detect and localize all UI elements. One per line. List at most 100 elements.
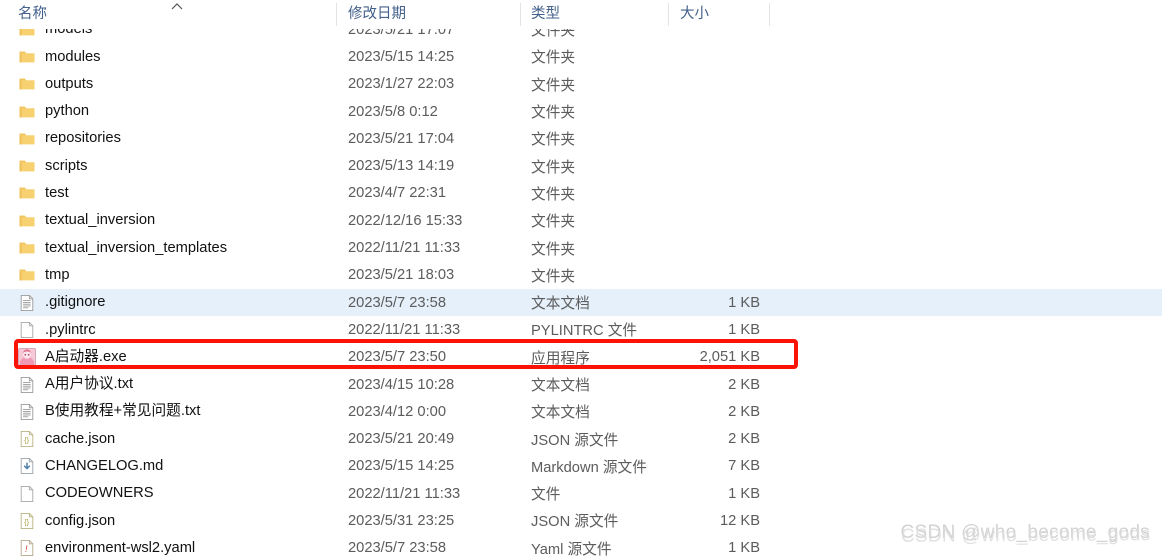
file-date-cell: 2023/5/21 17:04 xyxy=(348,130,455,147)
column-header-date-modified[interactable]: 修改日期 xyxy=(336,0,520,29)
file-name-label: .pylintrc xyxy=(45,321,96,338)
file-row[interactable]: scripts 2023/5/13 14:19 文件夹 xyxy=(0,152,1162,179)
file-name-label: repositories xyxy=(45,130,121,147)
file-size-cell xyxy=(668,262,769,289)
file-size-cell xyxy=(668,234,769,261)
file-name-cell[interactable]: .gitignore xyxy=(0,289,336,316)
column-divider-2[interactable] xyxy=(520,3,521,26)
file-size-cell xyxy=(668,180,769,207)
file-name-cell[interactable]: repositories xyxy=(0,125,336,152)
file-name-label: scripts xyxy=(45,157,88,174)
file-name-cell[interactable]: python xyxy=(0,98,336,125)
folder-icon xyxy=(18,212,36,230)
json-file-icon: {} xyxy=(18,512,36,530)
file-type-cell: PYLINTRC 文件 xyxy=(531,323,638,340)
file-row[interactable]: CODEOWNERS 2022/11/21 11:33 文件 1 KB xyxy=(0,480,1162,507)
file-name-cell[interactable]: {} config.json xyxy=(0,507,336,534)
file-row[interactable]: {} config.json 2023/5/31 23:25 JSON 源文件 12 K… xyxy=(0,507,1162,534)
file-row[interactable]: modules 2023/5/15 14:25 文件夹 xyxy=(0,43,1162,70)
column-header-date-label: 修改日期 xyxy=(348,6,406,23)
text-document-icon xyxy=(18,294,36,312)
file-size-cell: 1 KB xyxy=(728,321,760,338)
file-date-cell: 2023/5/15 14:25 xyxy=(348,48,455,65)
file-row[interactable]: .gitignore 2023/5/7 23:58 文本文档 1 KB xyxy=(0,288,1162,317)
folder-icon xyxy=(18,184,36,202)
file-type-cell: 文本文档 xyxy=(531,405,590,422)
file-size-cell: 1 KB xyxy=(728,294,760,311)
file-list: models 2023/5/21 17:07 文件夹 modules 2023/5/15… xyxy=(0,29,1162,557)
file-row[interactable]: ! environment-wsl2.yaml 2023/5/7 23:58 Yaml… xyxy=(0,535,1162,557)
file-type-cell: 文件夹 xyxy=(531,132,576,149)
blank-file-icon xyxy=(18,321,36,339)
file-row[interactable]: repositories 2023/5/21 17:04 文件夹 xyxy=(0,125,1162,152)
file-type-cell: 文件夹 xyxy=(531,186,576,203)
json-file-icon: {} xyxy=(18,430,36,448)
file-type-cell: 文件夹 xyxy=(531,50,576,67)
file-name-cell[interactable]: modules xyxy=(0,43,336,70)
file-date-cell: 2023/5/7 23:58 xyxy=(348,294,447,311)
file-type-cell: 文本文档 xyxy=(531,296,590,313)
file-row[interactable]: test 2023/4/7 22:31 文件夹 xyxy=(0,180,1162,207)
file-name-cell[interactable]: tmp xyxy=(0,262,336,289)
file-size-cell xyxy=(668,98,769,125)
file-list-viewport[interactable]: models 2023/5/21 17:07 文件夹 modules 2023/5/15… xyxy=(0,29,1162,557)
file-name-cell[interactable]: test xyxy=(0,180,336,207)
file-row[interactable]: CHANGELOG.md 2023/5/15 14:25 Markdown 源文件 7… xyxy=(0,453,1162,480)
file-name-cell[interactable]: models xyxy=(0,29,336,43)
file-name-cell[interactable]: A启动器.exe xyxy=(0,344,336,371)
file-date-cell: 2022/12/16 15:33 xyxy=(348,212,463,229)
file-date-cell: 2023/5/13 14:19 xyxy=(348,158,455,175)
file-date-cell: 2023/4/7 22:31 xyxy=(348,185,447,202)
folder-icon xyxy=(18,239,36,257)
column-divider-3[interactable] xyxy=(668,3,669,26)
column-divider-4[interactable] xyxy=(769,3,770,26)
file-type-cell: JSON 源文件 xyxy=(531,514,619,531)
file-row[interactable]: .pylintrc 2022/11/21 11:33 PYLINTRC 文件 1 KB xyxy=(0,316,1162,343)
file-row[interactable]: outputs 2023/1/27 22:03 文件夹 xyxy=(0,71,1162,98)
svg-text:{}: {} xyxy=(24,436,29,445)
folder-icon xyxy=(18,130,36,148)
file-name-cell[interactable]: B使用教程+常见问题.txt xyxy=(0,398,336,425)
column-divider-1[interactable] xyxy=(336,3,337,26)
file-name-cell[interactable]: .pylintrc xyxy=(0,316,336,343)
file-date-cell: 2022/11/21 11:33 xyxy=(348,485,461,502)
column-header-type[interactable]: 类型 xyxy=(520,0,668,29)
file-row[interactable]: tmp 2023/5/21 18:03 文件夹 xyxy=(0,262,1162,289)
file-row[interactable]: {} cache.json 2023/5/21 20:49 JSON 源文件 2 KB xyxy=(0,425,1162,452)
folder-icon xyxy=(18,103,36,121)
file-type-cell: 文本文档 xyxy=(531,378,590,394)
file-row[interactable]: textual_inversion 2022/12/16 15:33 文件夹 xyxy=(0,207,1162,234)
column-header-size[interactable]: 大小 xyxy=(668,0,769,29)
file-size-cell: 2 KB xyxy=(728,431,760,448)
file-name-label: test xyxy=(45,185,69,202)
file-name-cell[interactable]: CHANGELOG.md xyxy=(0,453,336,480)
file-name-label: tmp xyxy=(45,266,70,283)
file-size-cell: 2,051 KB xyxy=(699,349,760,366)
file-date-cell: 2023/4/15 10:28 xyxy=(348,376,455,393)
file-row[interactable]: models 2023/5/21 17:07 文件夹 xyxy=(0,29,1162,43)
file-name-label: config.json xyxy=(45,512,116,529)
file-row[interactable]: textual_inversion_templates 2022/11/21 11… xyxy=(0,234,1162,261)
folder-icon xyxy=(18,48,36,66)
file-name-cell[interactable]: CODEOWNERS xyxy=(0,480,336,507)
column-header-name[interactable]: 名称 xyxy=(0,0,336,29)
file-name-label: models xyxy=(45,29,93,38)
file-date-cell: 2023/1/27 22:03 xyxy=(348,76,455,93)
file-name-cell[interactable]: scripts xyxy=(0,152,336,179)
file-size-cell xyxy=(668,43,769,70)
file-name-label: cache.json xyxy=(45,430,116,447)
file-date-cell: 2023/5/7 23:50 xyxy=(348,349,447,366)
file-row[interactable]: B使用教程+常见问题.txt 2023/4/12 0:00 文本文档 2 KB xyxy=(0,398,1162,425)
file-name-cell[interactable]: A用户协议.txt xyxy=(0,371,336,398)
file-row[interactable]: A启动器.exe 2023/5/7 23:50 应用程序 2,051 KB xyxy=(0,344,1162,371)
file-name-cell[interactable]: outputs xyxy=(0,71,336,98)
file-name-cell[interactable]: ! environment-wsl2.yaml xyxy=(0,535,336,557)
anime-app-icon xyxy=(18,348,36,367)
file-name-cell[interactable]: {} cache.json xyxy=(0,425,336,452)
file-name-label: .gitignore xyxy=(45,294,106,311)
file-name-cell[interactable]: textual_inversion xyxy=(0,207,336,234)
file-row[interactable]: A用户协议.txt 2023/4/15 10:28 文本文档 2 KB xyxy=(0,371,1162,398)
file-name-cell[interactable]: textual_inversion_templates xyxy=(0,234,336,261)
file-row[interactable]: python 2023/5/8 0:12 文件夹 xyxy=(0,98,1162,125)
file-name-label: textual_inversion_templates xyxy=(45,239,228,256)
